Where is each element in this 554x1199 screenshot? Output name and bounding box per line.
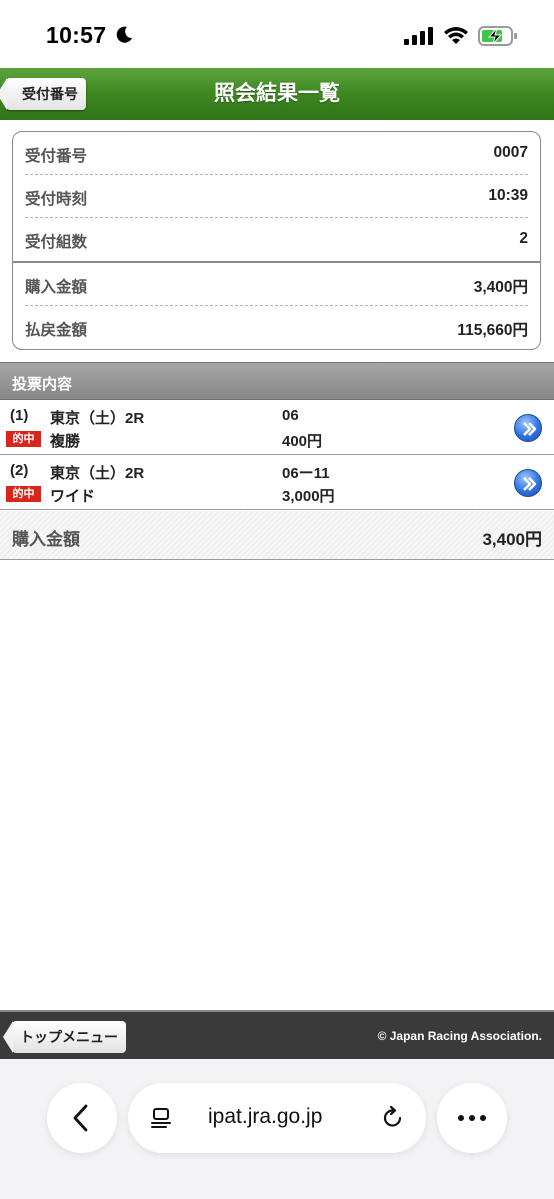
receipt-row: 受付番号 0007 — [25, 132, 528, 175]
browser-toolbar: ipat.jra.go.jp — [0, 1059, 554, 1199]
chevron-right-icon[interactable] — [514, 469, 542, 497]
back-button[interactable]: 受付番号 — [0, 78, 86, 110]
reader-icon[interactable] — [150, 1106, 174, 1130]
status-bar: 10:57 — [0, 0, 554, 68]
receipt-label: 受付時刻 — [25, 191, 88, 208]
receipt-label: 払戻金額 — [25, 321, 88, 339]
bet-amount: 3,000円 — [282, 488, 335, 505]
chevron-left-icon — [73, 1104, 88, 1132]
total-value: 3,400円 — [482, 530, 542, 549]
receipt-value: 3,400円 — [473, 278, 528, 296]
browser-back-button[interactable] — [47, 1083, 117, 1153]
receipt-summary: 受付番号 0007 受付時刻 10:39 受付組数 2 購入金額 3,400円 … — [12, 131, 541, 350]
receipt-value: 2 — [519, 230, 528, 247]
bet-race: 東京（土）2R — [50, 465, 145, 482]
total-row: 購入金額 3,400円 — [0, 511, 554, 560]
bet-type: 複勝 — [50, 433, 81, 450]
bet-row[interactable]: (1) 東京（土）2R 06 的中 複勝 400円 — [0, 401, 554, 455]
more-icon — [458, 1115, 486, 1121]
receipt-value: 10:39 — [488, 187, 528, 204]
receipt-row: 購入金額 3,400円 — [25, 263, 528, 306]
reload-icon[interactable] — [380, 1105, 406, 1131]
bet-row[interactable]: (2) 東京（土）2R 06ー11 的中 ワイド 3,000円 — [0, 456, 554, 510]
receipt-label: 受付組数 — [25, 234, 88, 251]
receipt-row: 払戻金額 115,660円 — [25, 306, 528, 349]
address-bar[interactable]: ipat.jra.go.jp — [128, 1083, 426, 1153]
battery-charging-icon — [478, 26, 517, 46]
title-bar: 照会結果一覧 受付番号 — [0, 68, 554, 120]
receipt-row: 受付組数 2 — [25, 218, 528, 261]
status-time: 10:57 — [46, 22, 107, 48]
total-label: 購入金額 — [12, 530, 80, 549]
receipt-row: 受付時刻 10:39 — [25, 175, 528, 218]
footer-bar: トップメニュー © Japan Racing Association. — [0, 1010, 554, 1059]
receipt-value: 115,660円 — [457, 321, 528, 339]
hit-badge: 的中 — [6, 486, 41, 502]
chevron-right-icon[interactable] — [514, 414, 542, 442]
receipt-label: 受付番号 — [25, 148, 88, 165]
section-title: 投票内容 — [12, 376, 73, 393]
bet-type: ワイド — [50, 488, 96, 505]
top-menu-button[interactable]: トップメニュー — [3, 1021, 126, 1053]
more-button[interactable] — [437, 1083, 507, 1153]
bet-race: 東京（土）2R — [50, 410, 145, 427]
url-text: ipat.jra.go.jp — [208, 1105, 323, 1128]
hit-badge: 的中 — [6, 431, 41, 447]
moon-icon — [116, 26, 132, 43]
bet-combination: 06 — [282, 407, 299, 424]
bet-combination: 06ー11 — [282, 465, 330, 482]
signal-icon — [404, 27, 433, 45]
receipt-value: 0007 — [493, 144, 528, 161]
bet-number: (1) — [10, 407, 29, 424]
copyright-text: © Japan Racing Association. — [377, 1029, 542, 1043]
wifi-icon — [444, 27, 468, 44]
bet-amount: 400円 — [282, 433, 323, 450]
section-header: 投票内容 — [0, 362, 554, 400]
bet-number: (2) — [10, 462, 29, 479]
receipt-label: 購入金額 — [25, 278, 88, 296]
